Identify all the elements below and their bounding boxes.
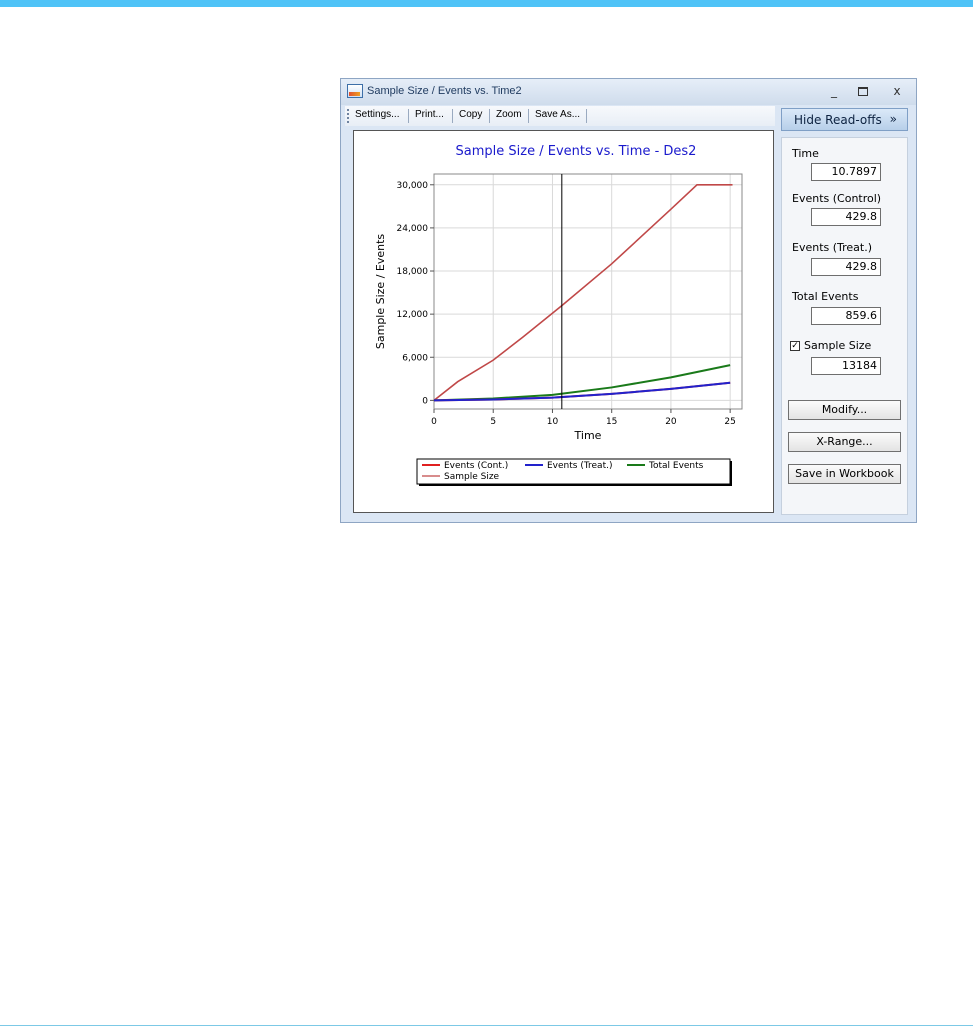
- x-tick-label: 10: [547, 417, 559, 427]
- events-control-label: Events (Control): [792, 192, 882, 205]
- toolbar-separator: [452, 109, 453, 123]
- legend-label: Events (Cont.): [444, 461, 508, 471]
- y-tick-label: 24,000: [397, 224, 429, 234]
- sample-size-checkbox[interactable]: ✓: [790, 341, 800, 351]
- legend-label: Events (Treat.): [547, 461, 612, 471]
- x-tick-label: 0: [431, 417, 437, 427]
- toolbar-separator: [408, 109, 409, 123]
- readoffs-panel: Time 10.7897 Events (Control) 429.8 Even…: [781, 137, 908, 515]
- x-axis-label: Time: [574, 429, 602, 442]
- chart-toolbar: Settings... Print... Copy Zoom Save As..…: [345, 106, 775, 126]
- x-range-button[interactable]: X-Range...: [788, 432, 901, 452]
- toolbar-separator: [528, 109, 529, 123]
- x-tick-label: 20: [665, 417, 677, 427]
- copy-button[interactable]: Copy: [459, 109, 482, 120]
- y-tick-label: 30,000: [397, 181, 429, 191]
- x-tick-label: 25: [724, 417, 735, 427]
- toolbar-separator: [586, 109, 587, 123]
- plot-frame: [433, 173, 743, 410]
- total-events-readout-field[interactable]: 859.6: [811, 307, 881, 325]
- chart-window: Sample Size / Events vs. Time2 _ x Setti…: [340, 78, 917, 523]
- total-events-label: Total Events: [792, 290, 859, 303]
- sample-size-label: Sample Size: [804, 339, 872, 352]
- checkmark-icon: ✓: [791, 341, 799, 351]
- maximize-icon: [858, 87, 868, 96]
- save-in-workbook-button[interactable]: Save in Workbook: [788, 464, 901, 484]
- time-label: Time: [792, 147, 819, 160]
- chart-title: Sample Size / Events vs. Time - Des2: [456, 144, 697, 159]
- page-top-bar: [0, 0, 973, 7]
- hide-readoffs-button[interactable]: Hide Read-offs »: [781, 108, 908, 131]
- minimize-button[interactable]: _: [823, 83, 845, 99]
- maximize-button[interactable]: [852, 83, 874, 99]
- legend-label: Sample Size: [444, 472, 500, 482]
- events-treat-label: Events (Treat.): [792, 241, 873, 254]
- series-line: [433, 183, 733, 402]
- y-tick-label: 18,000: [397, 267, 429, 277]
- toolbar-grip-icon[interactable]: [347, 109, 349, 123]
- legend-label: Total Events: [648, 461, 704, 471]
- x-tick-label: 5: [490, 417, 496, 427]
- time-readout-field[interactable]: 10.7897: [811, 163, 881, 181]
- page-bottom-rule: [0, 1025, 973, 1026]
- hide-readoffs-label: Hide Read-offs: [794, 113, 882, 127]
- chart-app-icon: [347, 84, 363, 98]
- events-treat-readout-field[interactable]: 429.8: [811, 258, 881, 276]
- chart-svg[interactable]: Sample Size / Events vs. Time - Des2 0 5 10…: [354, 131, 773, 512]
- save-as-button[interactable]: Save As...: [535, 109, 580, 120]
- window-title: Sample Size / Events vs. Time2: [367, 85, 522, 97]
- y-tick-label: 12,000: [397, 310, 429, 320]
- print-button[interactable]: Print...: [415, 109, 444, 120]
- close-button[interactable]: x: [886, 83, 908, 99]
- double-chevron-right-icon: »: [889, 112, 897, 126]
- sample-size-readout-field[interactable]: 13184: [811, 357, 881, 375]
- y-tick-label: 0: [422, 396, 428, 406]
- y-tick-label: 6,000: [402, 353, 428, 363]
- zoom-button[interactable]: Zoom: [496, 109, 522, 120]
- events-control-readout-field[interactable]: 429.8: [811, 208, 881, 226]
- settings-button[interactable]: Settings...: [355, 109, 399, 120]
- y-axis-label: Sample Size / Events: [374, 234, 387, 350]
- x-tick-label: 15: [606, 417, 617, 427]
- modify-button[interactable]: Modify...: [788, 400, 901, 420]
- window-titlebar[interactable]: Sample Size / Events vs. Time2 _ x: [341, 79, 916, 105]
- toolbar-separator: [489, 109, 490, 123]
- plot-panel[interactable]: Sample Size / Events vs. Time - Des2 0 5 10…: [353, 130, 774, 513]
